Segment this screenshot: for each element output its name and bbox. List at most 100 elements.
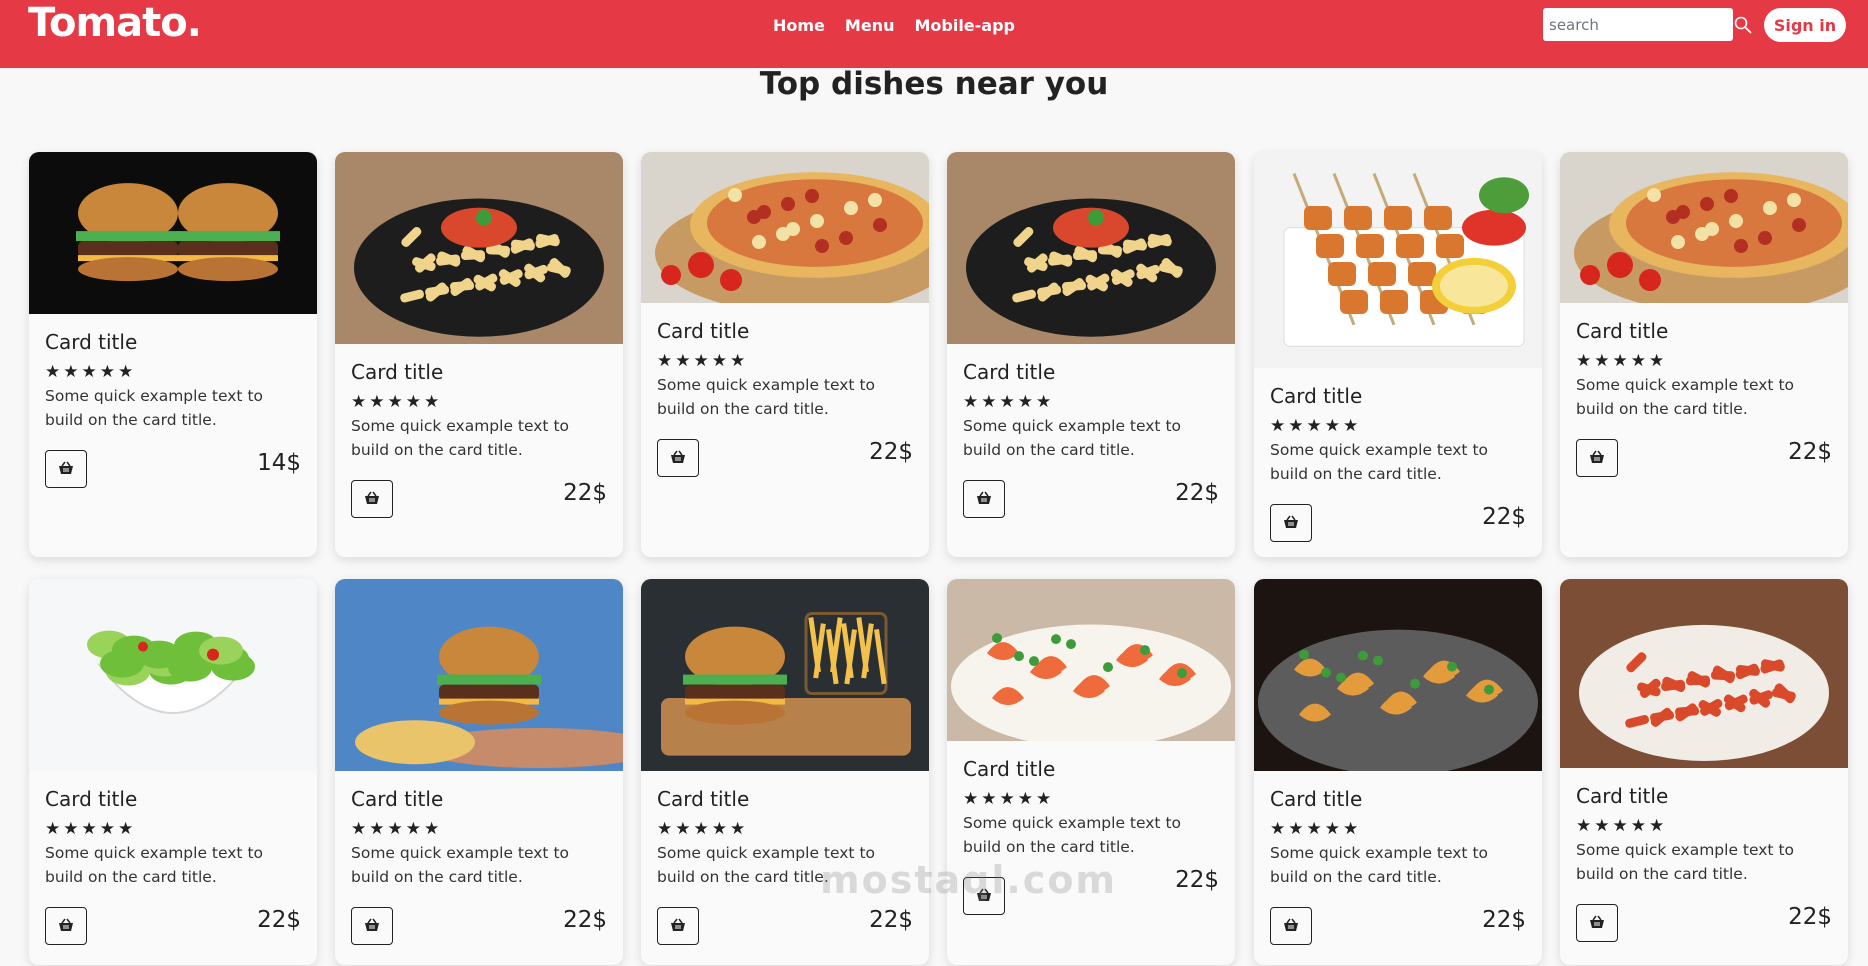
basket-icon [364,491,380,508]
card-description: Some quick example text to build on the … [963,814,1181,856]
add-to-basket-button[interactable] [1576,439,1618,477]
add-to-basket-button[interactable] [963,480,1005,518]
basket-icon [670,918,686,935]
add-to-basket-button[interactable] [1576,904,1618,942]
card-title: Card title [963,757,1056,781]
card-description: Some quick example text to build on the … [351,417,569,459]
dish-image [947,152,1235,344]
price-label: 22$ [1788,904,1832,930]
dish-image [29,152,317,314]
price-label: 22$ [1788,439,1832,465]
card-description: Some quick example text to build on the … [963,417,1181,459]
card-title: Card title [1270,787,1363,811]
dish-image [335,579,623,771]
nav-link-home[interactable]: Home [773,16,825,35]
basket-icon [1283,515,1299,532]
dish-card[interactable]: Card title ★★★★★ Some quick example text t… [947,152,1235,557]
dish-image [1560,579,1848,768]
page-heading: Top dishes near you [759,66,1109,102]
basket-icon [58,918,74,935]
rating-stars: ★★★★★ [1270,416,1362,435]
dish-card[interactable]: Card title ★★★★★ Some quick example text t… [1254,579,1542,965]
add-to-basket-button[interactable] [657,907,699,945]
price-label: 22$ [1175,867,1219,893]
card-title: Card title [1270,384,1363,408]
top-navbar: Tomato. Home Menu Mobile-app Sign in [0,0,1868,68]
rating-stars: ★★★★★ [657,351,749,370]
price-label: 22$ [1482,504,1526,530]
dish-image [641,152,929,303]
add-to-basket-button[interactable] [351,907,393,945]
rating-stars: ★★★★★ [351,819,443,838]
dish-card[interactable]: Card title ★★★★★ Some quick example text t… [1254,152,1542,557]
add-to-basket-button[interactable] [45,907,87,945]
search-icon[interactable] [1734,16,1752,34]
price-label: 22$ [1175,480,1219,506]
nav-links: Home Menu Mobile-app [773,16,1015,35]
dish-image [335,152,623,344]
card-title: Card title [351,360,444,384]
card-description: Some quick example text to build on the … [351,844,569,886]
price-label: 22$ [563,907,607,933]
card-description: Some quick example text to build on the … [1576,376,1794,418]
card-description: Some quick example text to build on the … [657,376,875,418]
dish-image [1254,152,1542,368]
rating-stars: ★★★★★ [1576,351,1668,370]
basket-icon [364,918,380,935]
nav-link-menu[interactable]: Menu [845,16,895,35]
rating-stars: ★★★★★ [45,819,137,838]
rating-stars: ★★★★★ [351,392,443,411]
basket-icon [1589,915,1605,932]
card-title: Card title [963,360,1056,384]
brand-logo[interactable]: Tomato. [28,0,202,46]
add-to-basket-button[interactable] [1270,504,1312,542]
nav-link-mobile-app[interactable]: Mobile-app [914,16,1015,35]
basket-icon [1283,918,1299,935]
dish-card[interactable]: Card title ★★★★★ Some quick example text t… [1560,579,1848,965]
add-to-basket-button[interactable] [45,450,87,488]
card-description: Some quick example text to build on the … [1270,441,1488,483]
card-title: Card title [45,330,138,354]
add-to-basket-button[interactable] [657,439,699,477]
rating-stars: ★★★★★ [963,789,1055,808]
card-title: Card title [351,787,444,811]
basket-icon [1589,450,1605,467]
card-title: Card title [45,787,138,811]
rating-stars: ★★★★★ [45,362,137,381]
price-label: 22$ [869,439,913,465]
dish-card[interactable]: Card title ★★★★★ Some quick example text t… [947,579,1235,965]
add-to-basket-button[interactable] [1270,907,1312,945]
price-label: 22$ [1482,907,1526,933]
price-label: 22$ [257,907,301,933]
basket-icon [976,491,992,508]
dish-image [29,579,317,771]
price-label: 22$ [563,480,607,506]
dish-card[interactable]: Card title ★★★★★ Some quick example text t… [1560,152,1848,557]
search-input[interactable] [1543,8,1733,41]
dish-card[interactable]: Card title ★★★★★ Some quick example text t… [335,152,623,557]
sign-in-button[interactable]: Sign in [1764,8,1846,42]
card-description: Some quick example text to build on the … [1576,841,1794,883]
price-label: 14$ [257,450,301,476]
card-title: Card title [657,319,750,343]
dish-card[interactable]: Card title ★★★★★ Some quick example text t… [641,152,929,557]
dish-card[interactable]: Card title ★★★★★ Some quick example text t… [29,579,317,965]
dish-card[interactable]: Card title ★★★★★ Some quick example text t… [641,579,929,965]
dish-image [1254,579,1542,771]
dish-image [1560,152,1848,303]
card-description: Some quick example text to build on the … [45,387,263,429]
dish-image [947,579,1235,741]
card-title: Card title [657,787,750,811]
basket-icon [58,461,74,478]
card-title: Card title [1576,319,1669,343]
price-label: 22$ [869,907,913,933]
dish-card[interactable]: Card title ★★★★★ Some quick example text t… [335,579,623,965]
rating-stars: ★★★★★ [1576,816,1668,835]
card-description: Some quick example text to build on the … [1270,844,1488,886]
basket-icon [670,450,686,467]
card-title: Card title [1576,784,1669,808]
dish-image [641,579,929,771]
dish-card[interactable]: Card title ★★★★★ Some quick example text t… [29,152,317,557]
rating-stars: ★★★★★ [657,819,749,838]
add-to-basket-button[interactable] [351,480,393,518]
